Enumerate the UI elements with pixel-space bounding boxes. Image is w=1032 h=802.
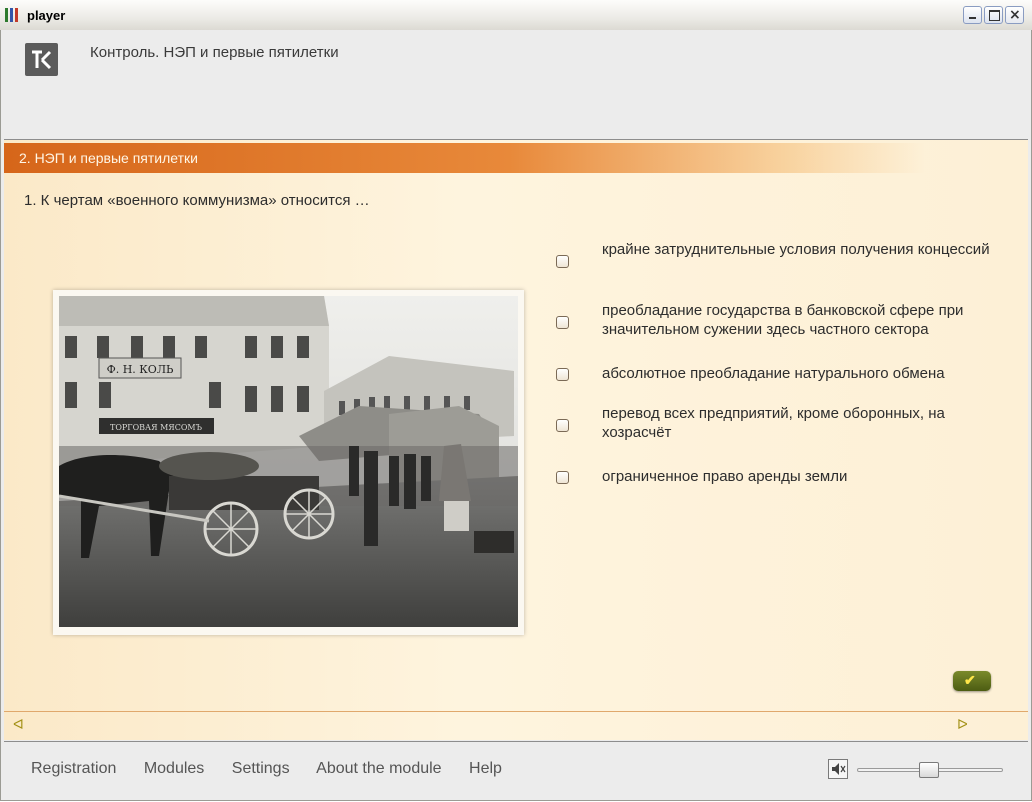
answer-text: ограниченное право аренды земли (602, 468, 848, 485)
answer-checkbox[interactable] (556, 316, 569, 329)
answer-checkbox[interactable] (556, 255, 569, 268)
checkmark-icon: ✔ (964, 672, 976, 688)
photo-sign-bottom: ТОРГОВАЯ МЯСОМЪ (110, 423, 203, 432)
photo-sign-top: Ф. Н. КОЛЬ (107, 363, 174, 376)
maximize-button[interactable] (984, 6, 1003, 24)
answer-checkbox[interactable] (556, 368, 569, 381)
minimize-button[interactable] (963, 6, 982, 24)
answer-text: крайне затруднительные условия получения… (602, 241, 990, 258)
logo-icon (25, 43, 58, 76)
content-divider (4, 711, 1028, 712)
speaker-icon[interactable] (828, 759, 848, 779)
previous-arrow-icon[interactable]: ᐊ (13, 716, 24, 733)
footer-menu: Registration Modules Settings About the … (31, 760, 525, 778)
check-answer-button[interactable]: ✔ (953, 671, 991, 691)
next-arrow-icon[interactable]: ᐅ (957, 716, 968, 733)
answer-checkbox[interactable] (556, 419, 569, 432)
menu-help[interactable]: Help (469, 760, 502, 777)
app-icon (5, 8, 21, 22)
footer-bar: Registration Modules Settings About the … (4, 741, 1028, 798)
menu-settings[interactable]: Settings (232, 760, 290, 777)
question-panel: 2. НЭП и первые пятилетки 1. К чертам «в… (4, 140, 1028, 740)
answer-checkbox[interactable] (556, 471, 569, 484)
window-titlebar[interactable]: player × (0, 0, 1032, 31)
course-title: Контроль. НЭП и первые пятилетки (90, 44, 339, 61)
answer-text: преобладание государства в банковской сф… (602, 302, 964, 338)
course-header: Контроль. НЭП и первые пятилетки (4, 31, 1028, 140)
menu-modules[interactable]: Modules (144, 760, 204, 777)
menu-registration[interactable]: Registration (31, 760, 116, 777)
volume-slider-thumb[interactable] (919, 762, 939, 778)
answer-text: абсолютное преобладание натурального обм… (602, 365, 945, 382)
question-text: 1. К чертам «военного коммунизма» относи… (24, 192, 370, 209)
section-bar: 2. НЭП и первые пятилетки (4, 143, 924, 173)
answer-text: перевод всех предприятий, кроме оборонны… (602, 405, 945, 441)
close-button[interactable]: × (1005, 6, 1024, 24)
menu-about-module[interactable]: About the module (316, 760, 441, 777)
historical-photo: Ф. Н. КОЛЬ ТОРГОВАЯ МЯСОМЪ (53, 290, 524, 635)
window-title: player (27, 8, 66, 23)
section-title: 2. НЭП и первые пятилетки (19, 150, 198, 166)
